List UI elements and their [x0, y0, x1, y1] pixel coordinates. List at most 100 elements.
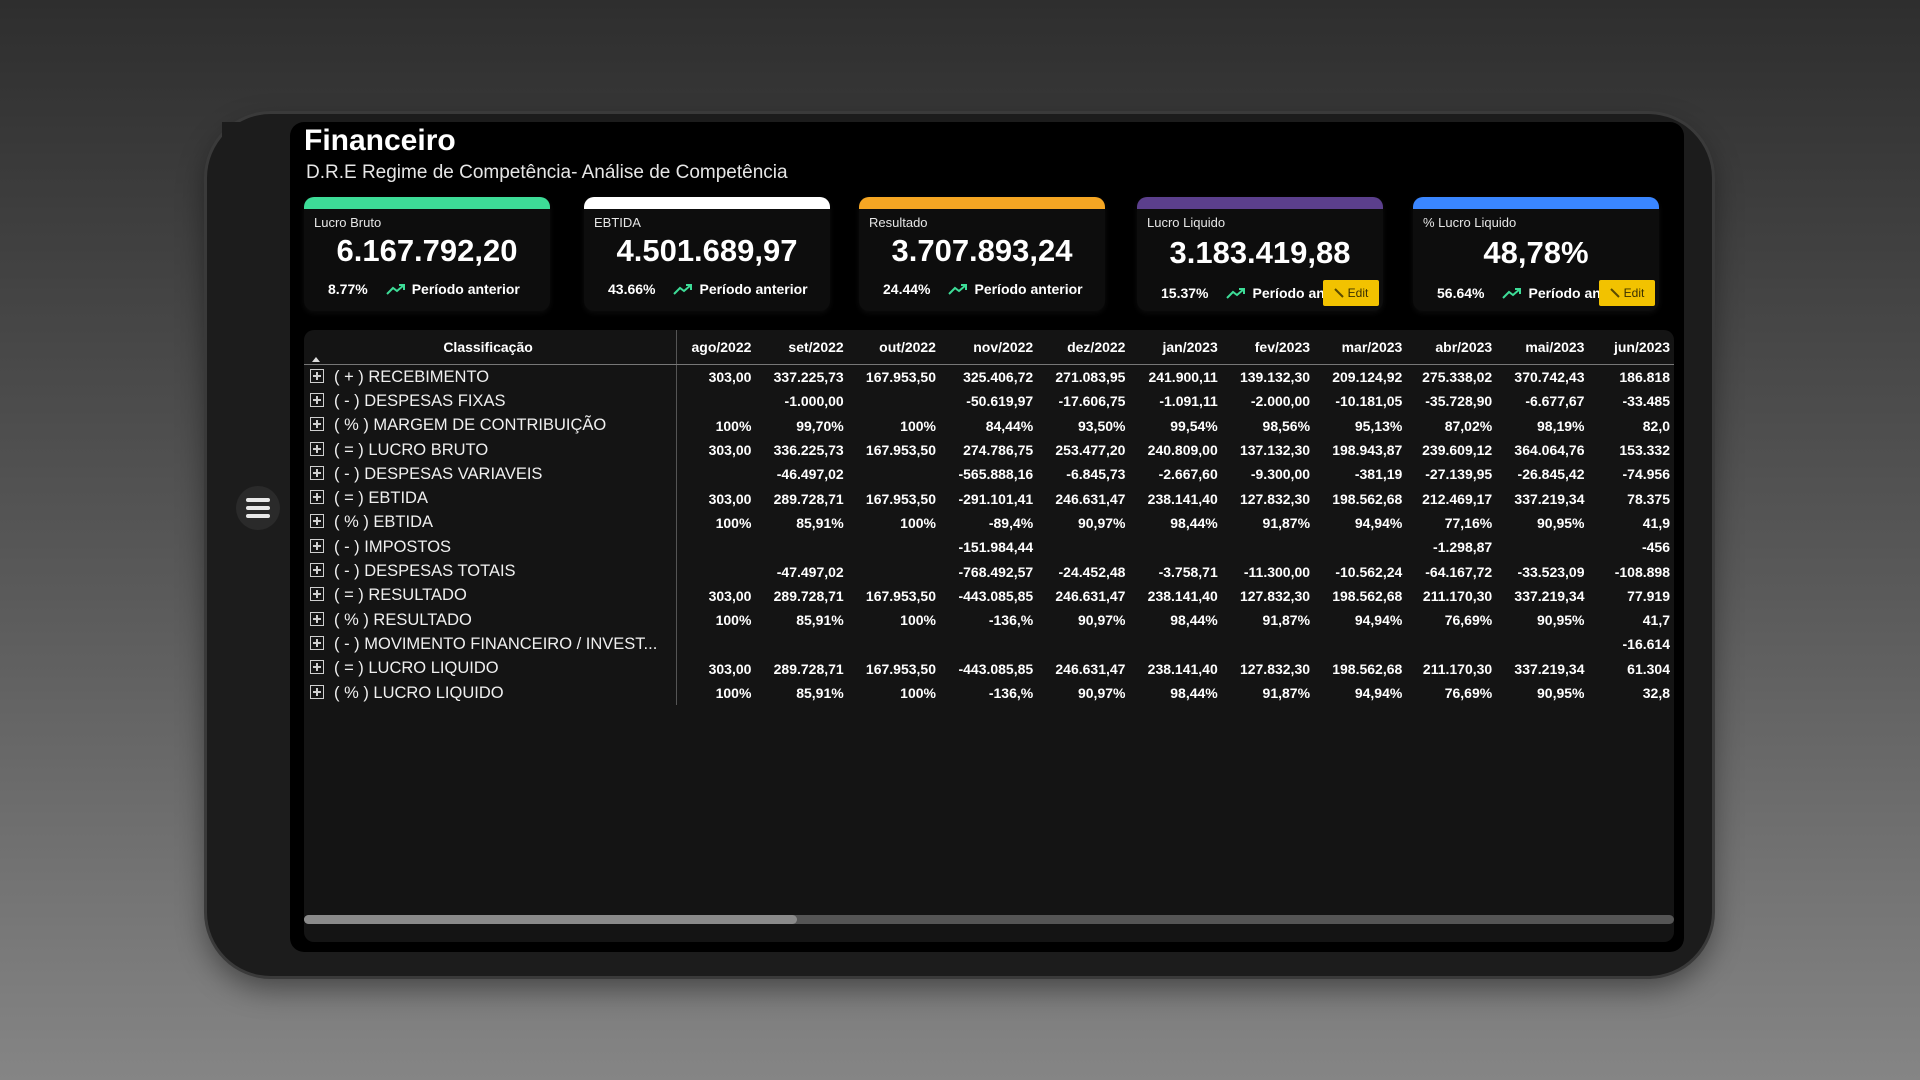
row-classification: ( % ) LUCRO LIQUIDO — [304, 680, 678, 706]
table-cell: 167.953,50 — [865, 587, 936, 604]
expand-icon[interactable] — [310, 684, 324, 699]
row-classification: ( - ) IMPOSTOS — [304, 535, 678, 560]
table-cell: 289.728,71 — [773, 490, 844, 507]
table-cell: 246.631,47 — [1055, 587, 1126, 604]
column-header[interactable]: mai/2023 — [1496, 330, 1589, 365]
table-cell: 289.728,71 — [773, 660, 844, 677]
expand-icon[interactable] — [310, 465, 324, 480]
row-label: ( % ) LUCRO LIQUIDO — [334, 683, 504, 702]
table-cell: -381,19 — [1354, 466, 1403, 483]
horizontal-scrollbar-thumb[interactable] — [304, 915, 798, 924]
expand-icon[interactable] — [310, 587, 324, 602]
table-cell: -1.091,11 — [1159, 393, 1218, 410]
table-cell: 98,56% — [1262, 417, 1311, 434]
table-cell: 90,97% — [1077, 514, 1126, 531]
table-cell: 364.064,76 — [1514, 442, 1585, 459]
table-cell: 198.562,68 — [1332, 660, 1403, 677]
expand-icon[interactable] — [310, 635, 324, 650]
edit-button[interactable]: Edit — [1323, 280, 1379, 306]
classification-header-label: Classificação — [443, 339, 533, 355]
expand-icon[interactable] — [310, 611, 324, 626]
table-cell — [1129, 535, 1221, 559]
table-cell — [1129, 632, 1221, 656]
table-cell: 85,91% — [796, 514, 844, 531]
table-cell: 100% — [715, 514, 752, 531]
menu-button[interactable] — [236, 486, 280, 530]
kpi-card-comparison-label: Período an — [1252, 285, 1325, 301]
table-cell: -1.000,00 — [784, 393, 844, 410]
table-row: ( % ) LUCRO LIQUIDO 100% 85,91% 100% -136,% 9… — [304, 680, 1674, 706]
table-cell: -1.298,87 — [1433, 539, 1493, 556]
expand-icon[interactable] — [310, 392, 324, 407]
horizontal-scrollbar[interactable] — [304, 915, 1674, 924]
sort-ascending-icon[interactable] — [312, 357, 320, 362]
kpi-card: % Lucro Liquido 48,78% 56.64% Período an Edi… — [1413, 197, 1659, 311]
table-cell — [1037, 632, 1129, 656]
table-cell: -9.300,00 — [1250, 466, 1311, 483]
column-header[interactable]: abr/2023 — [1406, 330, 1497, 365]
classification-header[interactable]: Classificação — [304, 330, 678, 365]
table-cell — [1496, 535, 1588, 559]
table-cell — [848, 535, 940, 559]
column-header[interactable]: mar/2023 — [1314, 330, 1407, 365]
kpi-card-color-bar — [1137, 197, 1383, 209]
column-header[interactable]: jan/2023 — [1129, 330, 1222, 365]
kpi-card-label: Lucro Liquido — [1147, 215, 1226, 230]
table-cell: 211.170,30 — [1422, 587, 1493, 604]
table-cell: -33.523,09 — [1517, 563, 1585, 580]
table-cell: 246.631,47 — [1055, 490, 1126, 507]
table-cell: 240.809,00 — [1147, 442, 1218, 459]
expand-icon[interactable] — [310, 660, 324, 675]
expand-icon[interactable] — [310, 490, 324, 505]
table-cell: -10.562,24 — [1335, 563, 1403, 580]
table-cell: 98,19% — [1537, 417, 1585, 434]
dre-table-panel: Classificação ago/2022 set/2022 out/2022 no… — [304, 330, 1674, 942]
row-classification: ( + ) RECEBIMENTO — [304, 364, 678, 390]
table-cell: -565.888,16 — [958, 466, 1034, 483]
table-cell — [1314, 535, 1406, 559]
kpi-card-change: 8.77% — [328, 281, 368, 297]
page-title: Financeiro — [304, 124, 456, 157]
expand-icon[interactable] — [310, 563, 324, 578]
kpi-card-change: 56.64% — [1437, 285, 1485, 301]
table-cell: -456 — [1641, 539, 1670, 556]
table-cell: 61.304 — [1627, 660, 1670, 677]
expand-icon[interactable] — [310, 538, 324, 553]
column-header[interactable]: out/2022 — [847, 330, 940, 365]
column-header[interactable]: nov/2022 — [939, 330, 1038, 365]
column-header[interactable]: fev/2023 — [1221, 330, 1315, 365]
table-cell: 303,00 — [708, 587, 752, 604]
table-cell: 100% — [715, 612, 752, 629]
table-cell: -64.167,72 — [1425, 563, 1493, 580]
kpi-card-change: 43.66% — [608, 281, 656, 297]
table-cell: -24.452,48 — [1058, 563, 1126, 580]
kpi-card-color-bar — [859, 197, 1105, 209]
table-cell: 100% — [900, 612, 936, 629]
expand-icon[interactable] — [310, 368, 324, 383]
table-cell: 85,91% — [796, 685, 844, 701]
column-header[interactable]: dez/2022 — [1037, 330, 1130, 365]
table-cell: 90,95% — [1537, 612, 1585, 629]
row-label: ( = ) LUCRO LIQUIDO — [334, 659, 499, 678]
table-cell: -6.677,67 — [1525, 393, 1585, 410]
table-cell: 127.832,30 — [1239, 490, 1311, 507]
table-cell: -2.667,60 — [1158, 466, 1218, 483]
expand-icon[interactable] — [310, 417, 324, 432]
table-cell: 32,8 — [1642, 685, 1670, 701]
column-header[interactable]: ago/2022 — [676, 330, 756, 365]
table-row: ( = ) LUCRO LIQUIDO 303,00 289.728,71 167.9… — [304, 656, 1674, 681]
table-cell: 275.338,02 — [1422, 369, 1493, 386]
kpi-card-comparison: 24.44% Período anterior — [883, 281, 1083, 297]
expand-icon[interactable] — [310, 441, 324, 456]
table-cell: -2.000,00 — [1250, 393, 1311, 410]
edit-button[interactable]: Edit — [1599, 280, 1655, 306]
table-cell — [1496, 632, 1588, 656]
kpi-card-label: Lucro Bruto — [314, 215, 382, 230]
table-cell — [1222, 632, 1314, 656]
table-cell: 90,97% — [1077, 685, 1126, 701]
column-header[interactable]: jun/2023 — [1588, 330, 1674, 365]
expand-icon[interactable] — [310, 514, 324, 529]
table-cell: -17.606,75 — [1058, 393, 1126, 410]
column-header[interactable]: set/2022 — [755, 330, 848, 365]
table-cell: 100% — [900, 417, 936, 434]
